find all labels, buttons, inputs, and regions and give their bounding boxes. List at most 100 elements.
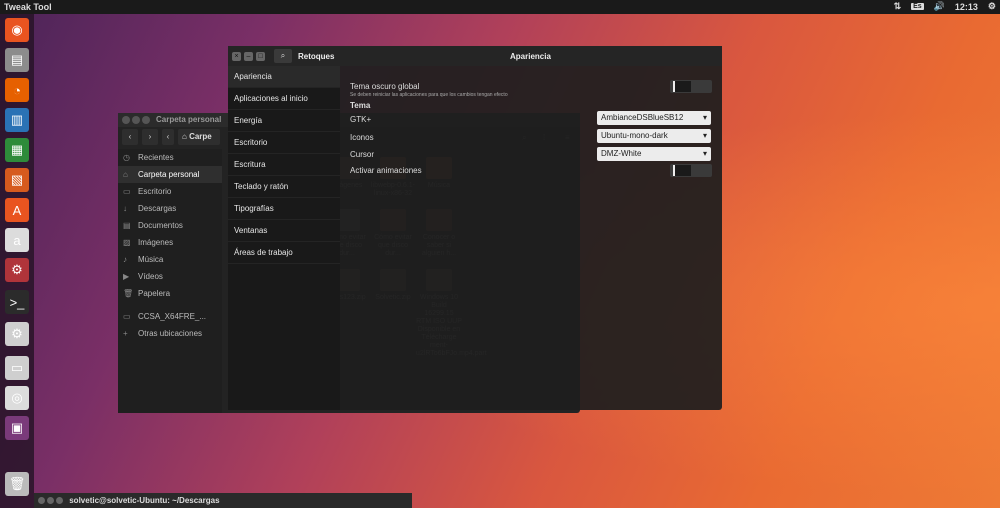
sidebar-item[interactable]: ↓ Descargas	[118, 200, 222, 217]
trash-icon[interactable]: 🗑	[5, 472, 29, 496]
writer-icon[interactable]: ▥	[5, 108, 29, 132]
close-icon[interactable]	[122, 116, 130, 124]
nav-item[interactable]: Apariencia	[228, 66, 340, 88]
sidebar-item-label: Papelera	[138, 289, 171, 298]
system-tray: ⇅ Es 🔊 12:13 ⚙	[894, 1, 996, 12]
cursor-label: Cursor	[350, 150, 375, 159]
settings-icon[interactable]: ⚙	[5, 258, 29, 282]
gtk-label: GTK+	[350, 115, 372, 124]
path-bar[interactable]: ⌂ Carpe	[178, 129, 220, 145]
app-title: Tweak Tool	[4, 2, 52, 12]
minimize-icon[interactable]	[132, 116, 140, 124]
dark-theme-label: Tema oscuro global	[350, 82, 420, 91]
dark-theme-note: Se deben reiniciar las aplicaciones para…	[350, 92, 508, 98]
ubuntu-home-icon[interactable]: ◉	[5, 18, 29, 42]
tweak-nav: Apariencia Aplicaciones al inicio Energía E…	[228, 66, 340, 410]
sidebar-item-label: Vídeos	[138, 272, 163, 281]
nav-item[interactable]: Teclado y ratón	[228, 176, 340, 198]
keyboard-layout-indicator[interactable]: Es	[911, 3, 924, 10]
tweak-right-title: Apariencia	[510, 52, 551, 61]
sidebar-item-label: Imágenes	[138, 238, 174, 247]
sidebar-item-icon: ▨	[123, 238, 131, 247]
sidebar-item-label: Recientes	[138, 153, 174, 162]
back-button[interactable]: ‹	[122, 129, 138, 145]
sidebar-item-label: Otras ubicaciones	[138, 329, 203, 338]
close-button[interactable]: ×	[232, 52, 241, 61]
forward-button[interactable]: ›	[142, 129, 158, 145]
sidebar-item-label: Documentos	[138, 221, 183, 230]
icons-theme-select[interactable]: Ubuntu-mono-dark	[597, 129, 711, 143]
sidebar-item-icon: ↓	[123, 204, 127, 213]
cdrom-icon[interactable]: ◎	[5, 386, 29, 410]
power-icon[interactable]: ⚙	[988, 1, 996, 12]
path-prev-button[interactable]: ‹	[162, 129, 174, 145]
impress-icon[interactable]: ▧	[5, 168, 29, 192]
maximize-icon[interactable]	[56, 497, 63, 505]
workspace-icon[interactable]: ▣	[5, 416, 29, 440]
maximize-button[interactable]: □	[256, 52, 265, 61]
cursor-theme-select[interactable]: DMZ-White	[597, 147, 711, 161]
animations-label: Activar animaciones	[350, 166, 422, 175]
sidebar-item-icon: 🗑	[123, 289, 134, 298]
nav-item[interactable]: Aplicaciones al inicio	[228, 88, 340, 110]
clock[interactable]: 12:13	[955, 2, 978, 12]
switch-knob	[673, 165, 691, 176]
nav-item[interactable]: Ventanas	[228, 220, 340, 242]
switch-knob	[673, 81, 691, 92]
top-bar: Tweak Tool ⇅ Es 🔊 12:13 ⚙	[0, 0, 1000, 14]
nav-item[interactable]: Tipografías	[228, 198, 340, 220]
theme-heading: Tema	[350, 101, 371, 110]
search-button[interactable]: ⌕	[274, 49, 292, 63]
tweak-left-title: Retoques	[298, 52, 335, 61]
sidebar-item-icon: +	[123, 329, 128, 338]
firefox-icon[interactable]: ◔	[5, 78, 29, 102]
sidebar-item-label: Carpeta personal	[138, 170, 200, 179]
sidebar-item[interactable]: ▭ CCSA_X64FRE_...	[118, 308, 222, 325]
sidebar-item[interactable]: ◷ Recientes	[118, 149, 222, 166]
network-icon[interactable]: ⇅	[894, 1, 902, 12]
sidebar-item[interactable]: ▶ Vídeos	[118, 268, 222, 285]
tweak-titlebar: × – □ ⌕ Retoques Apariencia	[228, 46, 722, 66]
sidebar-item-icon: ▭	[123, 312, 131, 321]
sidebar-item[interactable]: ♪ Música	[118, 251, 222, 268]
terminal-icon[interactable]: >_	[5, 290, 29, 314]
sidebar-item[interactable]: ⌂ Carpeta personal	[118, 166, 222, 183]
sidebar-item[interactable]: 🗑 Papelera	[118, 285, 222, 302]
minimize-button[interactable]: –	[244, 52, 253, 61]
nav-item[interactable]: Áreas de trabajo	[228, 242, 340, 264]
sidebar-item-icon: ⌂	[123, 170, 128, 179]
files-title: Carpeta personal	[156, 115, 222, 124]
drive-icon[interactable]: ▭	[5, 356, 29, 380]
sidebar-item[interactable]: ▭ Escritorio	[118, 183, 222, 200]
nav-item[interactable]: Escritura	[228, 154, 340, 176]
sidebar-item-label: CCSA_X64FRE_...	[138, 312, 207, 321]
tweak-tool-window: × – □ ⌕ Retoques Apariencia Apariencia Ap…	[228, 46, 722, 410]
calc-icon[interactable]: ▦	[5, 138, 29, 162]
files-icon[interactable]: ▤	[5, 48, 29, 72]
gtk-theme-select[interactable]: AmbianceDSBlueSB12	[597, 111, 711, 125]
maximize-icon[interactable]	[142, 116, 150, 124]
sidebar-item-icon: ▭	[123, 187, 131, 196]
volume-icon[interactable]: 🔊	[934, 1, 945, 12]
dark-theme-switch[interactable]	[670, 80, 712, 93]
sidebar-item[interactable]: ▨ Imágenes	[118, 234, 222, 251]
nav-item[interactable]: Energía	[228, 110, 340, 132]
sidebar-item[interactable]: ▤ Documentos	[118, 217, 222, 234]
amazon-icon[interactable]: a	[5, 228, 29, 252]
sidebar-item-icon: ▶	[123, 272, 130, 281]
close-icon[interactable]	[38, 497, 45, 505]
minimize-icon[interactable]	[47, 497, 54, 505]
nav-item[interactable]: Escritorio	[228, 132, 340, 154]
sidebar-item-icon: ◷	[123, 153, 130, 162]
sidebar-item-icon: ♪	[123, 255, 127, 264]
icons-label: Iconos	[350, 133, 374, 142]
sidebar-item[interactable]: + Otras ubicaciones	[118, 325, 222, 342]
path-current: Carpe	[189, 132, 212, 141]
animations-switch[interactable]	[670, 164, 712, 177]
terminal-window[interactable]: solvetic@solvetic-Ubuntu: ~/Descargas	[34, 493, 412, 508]
sidebar-item-icon: ▤	[123, 221, 131, 230]
software-icon[interactable]: A	[5, 198, 29, 222]
terminal-title: solvetic@solvetic-Ubuntu: ~/Descargas	[69, 496, 220, 505]
tweak-tool-icon[interactable]: ⚙	[5, 322, 29, 346]
launcher: ◉ ▤ ◔ ▥ ▦ ▧ Aa ⚙ >_ ⚙ ▭ ◎ ▣ 🗑	[0, 14, 34, 508]
